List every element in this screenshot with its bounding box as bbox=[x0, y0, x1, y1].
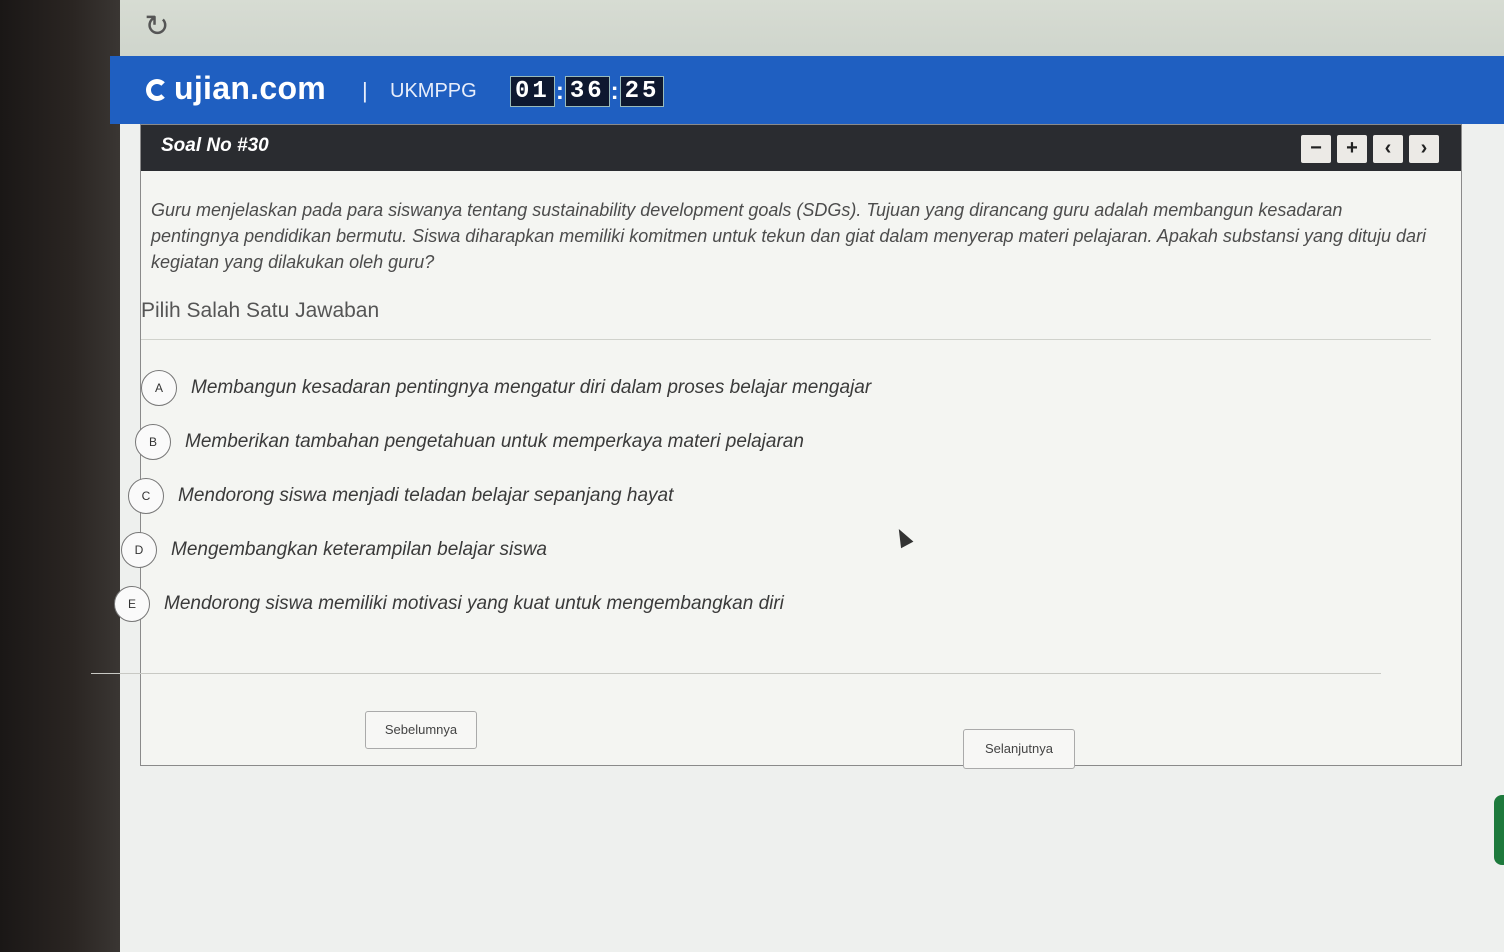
option-d-text: Mengembangkan keterampilan belajar siswa bbox=[171, 539, 547, 560]
option-c-text: Mendorong siswa menjadi teladan belajar … bbox=[178, 485, 674, 506]
next-question-button[interactable]: › bbox=[1409, 135, 1439, 163]
option-d-radio[interactable]: D bbox=[121, 532, 157, 568]
timer-hours: 01 bbox=[510, 76, 555, 107]
option-c[interactable]: C Mendorong siswa menjadi teladan belaja… bbox=[128, 469, 871, 523]
divider bbox=[141, 339, 1431, 340]
monitor-bezel bbox=[0, 0, 120, 952]
question-panel: Soal No #30 − + ‹ › Guru menjelaskan pad… bbox=[91, 124, 1462, 769]
browser-toolbar bbox=[120, 0, 1504, 56]
option-a-text: Membangun kesadaran pentingnya mengatur … bbox=[191, 377, 872, 398]
decrease-font-button[interactable]: − bbox=[1301, 135, 1331, 163]
site-logo[interactable]: ujian.com bbox=[146, 70, 326, 107]
header-separator: | bbox=[362, 78, 368, 103]
option-b[interactable]: B Memberikan tambahan pengetahuan untuk … bbox=[135, 415, 871, 469]
option-a-radio[interactable]: A bbox=[141, 370, 177, 406]
logo-text: ujian.com bbox=[174, 70, 327, 106]
option-e-text: Mendorong siswa memiliki motivasi yang k… bbox=[164, 593, 784, 614]
question-number: Soal No #30 bbox=[161, 135, 269, 156]
option-d[interactable]: D Mengembangkan keterampilan belajar sis… bbox=[121, 523, 871, 577]
countdown-timer: 01 : 36 : 25 bbox=[510, 76, 665, 107]
previous-button[interactable]: Sebelumnya bbox=[365, 711, 477, 749]
answer-options: A Membangun kesadaran pentingnya mengatu… bbox=[114, 361, 871, 631]
previous-question-button[interactable]: ‹ bbox=[1373, 135, 1403, 163]
timer-seconds: 25 bbox=[619, 76, 665, 107]
floating-widget-edge[interactable] bbox=[1494, 795, 1504, 865]
option-e-radio[interactable]: E bbox=[114, 586, 150, 622]
timer-minutes: 36 bbox=[564, 76, 610, 107]
question-text: Guru menjelaskan pada para siswanya tent… bbox=[151, 200, 1427, 272]
increase-font-button[interactable]: + bbox=[1337, 135, 1367, 163]
option-b-radio[interactable]: B bbox=[135, 424, 171, 460]
exam-name: UKMPPG bbox=[390, 80, 477, 102]
question-header: Soal No #30 − + ‹ › bbox=[141, 125, 1461, 171]
next-button[interactable]: Selanjutnya bbox=[963, 729, 1075, 769]
option-c-radio[interactable]: C bbox=[128, 478, 164, 514]
site-header: ujian.com | UKMPPG 01 : 36 : 25 bbox=[110, 56, 1504, 124]
divider bbox=[91, 673, 1381, 674]
question-tools: − + ‹ › bbox=[1301, 135, 1439, 163]
option-b-text: Memberikan tambahan pengetahuan untuk me… bbox=[185, 431, 804, 452]
answer-instruction: Pilih Salah Satu Jawaban bbox=[141, 299, 380, 322]
timer-colon: : bbox=[610, 77, 619, 105]
reload-icon[interactable]: ↻ bbox=[140, 10, 174, 44]
option-e[interactable]: E Mendorong siswa memiliki motivasi yang… bbox=[114, 577, 871, 631]
logo-icon bbox=[146, 79, 168, 101]
timer-colon: : bbox=[555, 77, 564, 105]
option-a[interactable]: A Membangun kesadaran pentingnya mengatu… bbox=[141, 361, 871, 415]
